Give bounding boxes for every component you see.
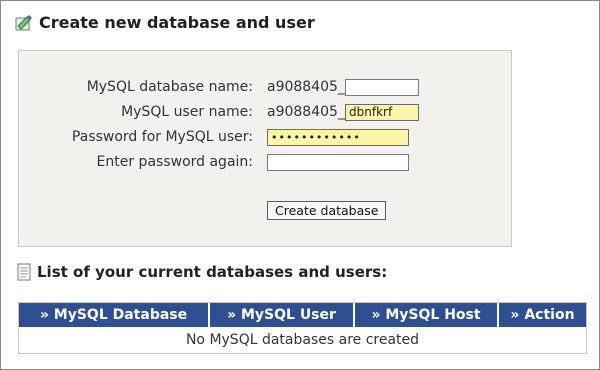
create-section-title-text: Create new database and user bbox=[39, 13, 315, 32]
user-name-field[interactable]: dbnfkrf bbox=[345, 103, 419, 121]
user-name-prefix: a9088405_ bbox=[267, 104, 345, 120]
db-name-prefix: a9088405_ bbox=[267, 79, 345, 95]
password-field[interactable]: •••••••••••• bbox=[267, 128, 409, 146]
column-header-mysql-user[interactable]: » MySQL User bbox=[210, 303, 353, 327]
db-name-label: MySQL database name: bbox=[86, 79, 253, 95]
create-database-form: MySQL database name: a9088405_ MySQL use… bbox=[18, 50, 512, 247]
table-header: » MySQL Database » MySQL User » MySQL Ho… bbox=[19, 303, 586, 327]
page-frame: Create new database and user MySQL datab… bbox=[0, 0, 600, 370]
password-again-row: Enter password again: bbox=[19, 152, 511, 172]
database-edit-icon bbox=[15, 14, 33, 32]
user-name-row: MySQL user name: a9088405_ dbnfkrf bbox=[19, 102, 511, 122]
password-label: Password for MySQL user: bbox=[71, 129, 253, 145]
column-header-mysql-database[interactable]: » MySQL Database bbox=[19, 303, 208, 327]
user-name-label: MySQL user name: bbox=[121, 104, 253, 120]
list-section-title-text: List of your current databases and users… bbox=[37, 263, 388, 281]
empty-table-message: No MySQL databases are created bbox=[185, 332, 420, 348]
password-again-field[interactable] bbox=[267, 153, 409, 171]
databases-table: » MySQL Database » MySQL User » MySQL Ho… bbox=[18, 302, 587, 354]
db-name-field[interactable] bbox=[345, 78, 419, 96]
column-header-mysql-host[interactable]: » MySQL Host bbox=[355, 303, 497, 327]
password-again-label: Enter password again: bbox=[96, 154, 253, 170]
column-header-action[interactable]: » Action bbox=[499, 303, 586, 327]
db-name-row: MySQL database name: a9088405_ bbox=[19, 77, 511, 97]
create-database-button[interactable]: Create database bbox=[267, 201, 387, 220]
list-section-title: List of your current databases and users… bbox=[17, 263, 387, 281]
password-row: Password for MySQL user: •••••••••••• bbox=[19, 127, 511, 147]
create-section-title: Create new database and user bbox=[15, 13, 315, 32]
document-list-icon bbox=[17, 263, 31, 281]
